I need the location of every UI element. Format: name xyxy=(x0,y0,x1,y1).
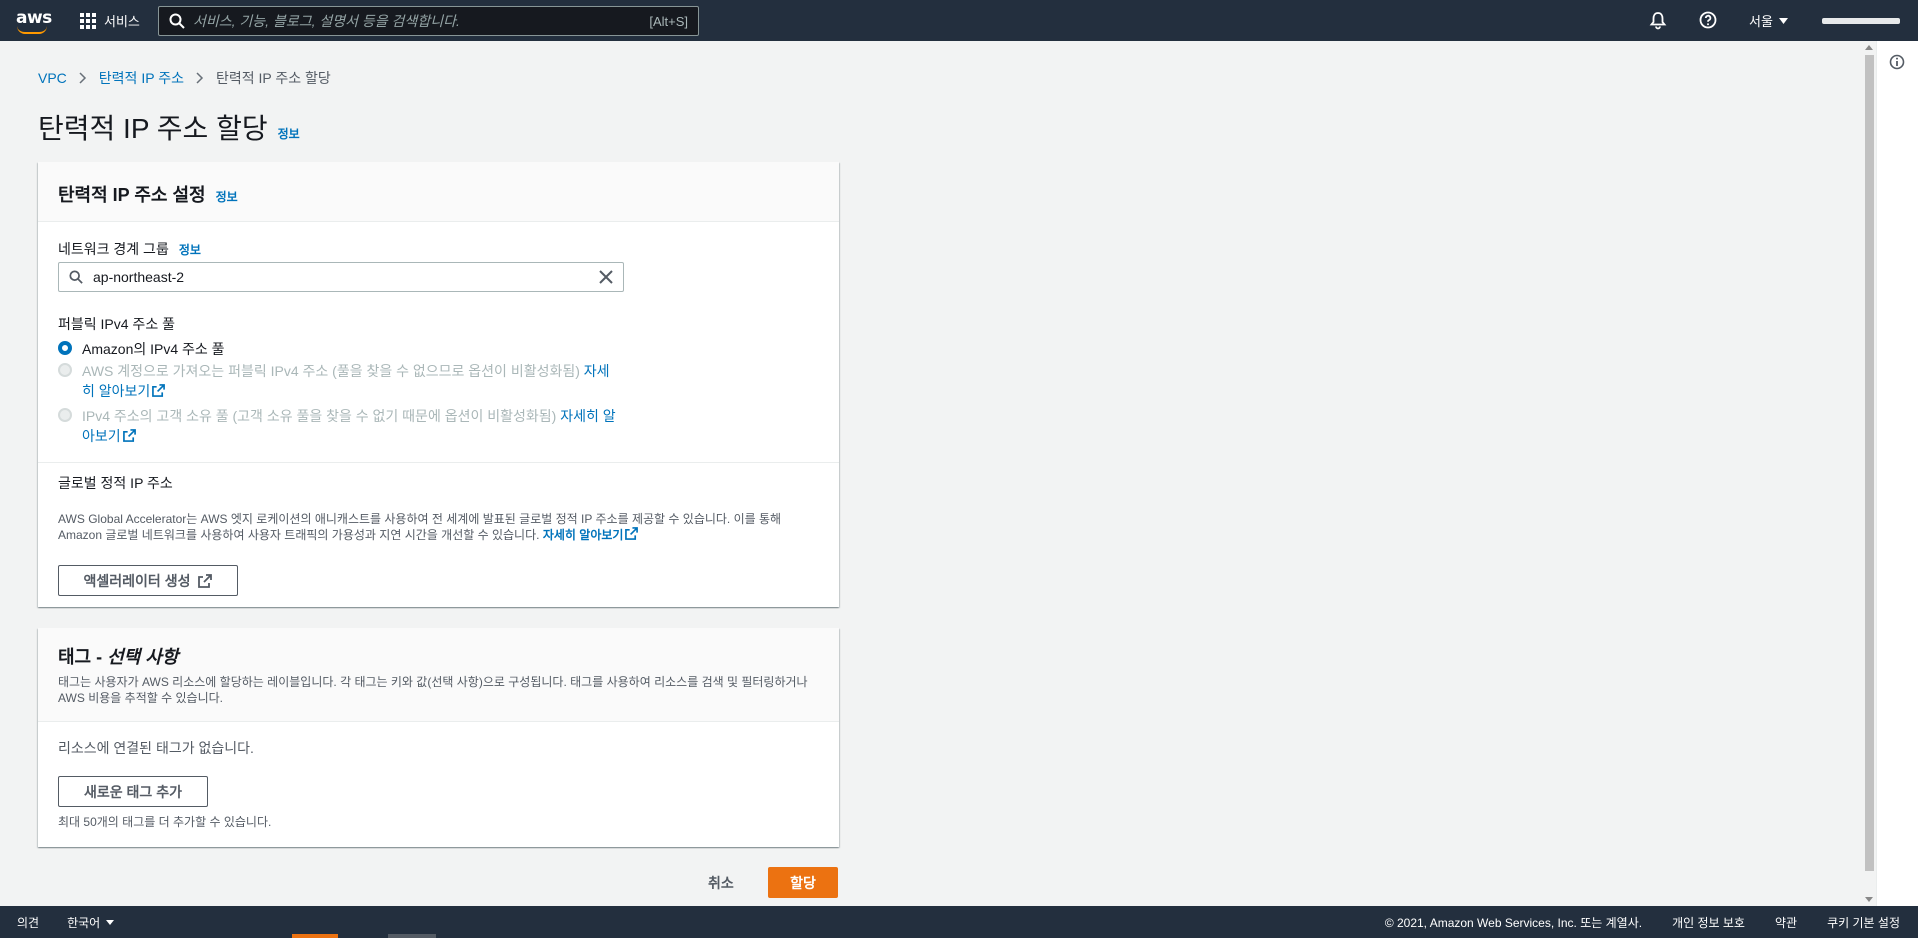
services-label: 서비스 xyxy=(104,14,140,29)
nbg-label-text: 네트워크 경계 그룹 xyxy=(58,241,169,257)
account-menu[interactable] xyxy=(1822,0,1900,41)
close-icon[interactable] xyxy=(599,270,613,284)
scroll-thumb[interactable] xyxy=(1865,55,1874,871)
page-scrollbar[interactable] xyxy=(1862,41,1876,906)
nbg-field-label: 네트워크 경계 그룹 정보 xyxy=(58,239,201,259)
pool-option-customer-owned: IPv4 주소의 고객 소유 풀 (고객 소유 풀을 찾을 수 없기 때문에 옵… xyxy=(58,406,622,446)
caret-down-icon xyxy=(1778,17,1788,24)
breadcrumb-elastic-ip[interactable]: 탄력적 IP 주소 xyxy=(99,68,184,88)
chevron-right-icon xyxy=(79,72,86,84)
page-title-text: 탄력적 IP 주소 할당 xyxy=(38,113,268,144)
pool-option-amazon[interactable]: Amazon의 IPv4 주소 풀 xyxy=(58,339,622,359)
tags-title-optional: 선택 사항 xyxy=(107,647,179,667)
settings-panel-title: 탄력적 IP 주소 설정 정보 xyxy=(58,181,819,207)
settings-title-text: 탄력적 IP 주소 설정 xyxy=(58,185,206,205)
privacy-link[interactable]: 개인 정보 보호 xyxy=(1672,914,1745,931)
external-link-icon xyxy=(198,573,213,588)
radio-button-disabled xyxy=(58,408,72,422)
top-navigation: aws 서비스 [Alt+S] 서울 xyxy=(0,0,1918,41)
language-label: 한국어 xyxy=(67,915,101,930)
page-info-link[interactable]: 정보 xyxy=(278,125,300,142)
pool-option-byoip: AWS 계정으로 가져오는 퍼블릭 IPv4 주소 (풀을 찾을 수 없으므로 … xyxy=(58,361,622,401)
global-static-ip-description: AWS Global Accelerator는 AWS 엣지 로케이션의 애니캐… xyxy=(58,511,818,543)
pool-option-coip-label: IPv4 주소의 고객 소유 풀 (고객 소유 풀을 찾을 수 없기 때문에 옵… xyxy=(82,406,622,446)
cookie-preferences-link[interactable]: 쿠키 기본 설정 xyxy=(1827,914,1900,931)
create-accelerator-label: 액셀러레이터 생성 xyxy=(83,572,191,589)
global-static-ip-label: 글로벌 정적 IP 주소 xyxy=(58,475,173,491)
account-name-redacted xyxy=(1822,17,1900,24)
ipv4-pool-label: 퍼블릭 IPv4 주소 풀 xyxy=(58,316,175,332)
info-circle-icon[interactable] xyxy=(1889,54,1905,70)
scroll-up-arrow[interactable] xyxy=(1865,45,1873,50)
tags-panel-title: 태그 - 선택 사항 xyxy=(58,643,819,669)
radio-button-disabled xyxy=(58,363,72,377)
search-shortcut-hint: [Alt+S] xyxy=(649,13,688,29)
feedback-link[interactable]: 의견 xyxy=(17,914,39,931)
coip-text: IPv4 주소의 고객 소유 풀 (고객 소유 풀을 찾을 수 없기 때문에 옵… xyxy=(82,408,557,424)
gsi-desc-text: AWS Global Accelerator는 AWS 엣지 로케이션의 애니캐… xyxy=(58,512,782,542)
region-selector[interactable]: 서울 xyxy=(1749,0,1788,41)
search-icon xyxy=(69,270,83,284)
create-accelerator-button[interactable]: 액셀러레이터 생성 xyxy=(58,565,238,596)
add-new-tag-button[interactable]: 새로운 태그 추가 xyxy=(58,776,208,807)
byoip-text: AWS 계정으로 가져오는 퍼블릭 IPv4 주소 (풀을 찾을 수 없으므로 … xyxy=(82,363,580,379)
tags-panel: 태그 - 선택 사항 태그는 사용자가 AWS 리소스에 할당하는 레이블입니다… xyxy=(38,628,839,847)
grid-icon xyxy=(80,12,96,29)
caret-down-icon xyxy=(106,919,115,925)
language-selector[interactable]: 한국어 xyxy=(67,914,115,931)
tags-description: 태그는 사용자가 AWS 리소스에 할당하는 레이블입니다. 각 태그는 키와 … xyxy=(58,675,808,705)
aws-logo-text: aws xyxy=(16,8,52,28)
network-border-group-input[interactable] xyxy=(93,269,599,285)
settings-panel-header: 탄력적 IP 주소 설정 정보 xyxy=(38,162,839,222)
tag-limit-hint: 최대 50개의 태그를 더 추가할 수 있습니다. xyxy=(58,815,272,829)
network-border-group-field[interactable] xyxy=(58,262,624,292)
tools-panel-strip xyxy=(1876,41,1918,906)
region-label: 서울 xyxy=(1749,14,1773,29)
nbg-info-link[interactable]: 정보 xyxy=(179,241,201,258)
question-circle-icon[interactable] xyxy=(1698,10,1718,30)
terms-link[interactable]: 약관 xyxy=(1775,914,1797,931)
tags-panel-header: 태그 - 선택 사항 태그는 사용자가 AWS 리소스에 할당하는 레이블입니다… xyxy=(38,628,839,722)
breadcrumb: VPC 탄력적 IP 주소 탄력적 IP 주소 할당 xyxy=(38,68,331,88)
external-link-icon xyxy=(152,384,166,397)
radio-button-selected[interactable] xyxy=(58,341,72,355)
global-search[interactable]: [Alt+S] xyxy=(158,6,699,36)
tags-title-prefix: 태그 - xyxy=(58,647,108,667)
breadcrumb-current: 탄력적 IP 주소 할당 xyxy=(215,70,331,86)
external-link-icon xyxy=(625,527,639,540)
taskbar-indicator xyxy=(388,934,436,938)
taskbar-indicator xyxy=(292,934,338,938)
gsi-learn-more-text: 자세히 알아보기 xyxy=(542,528,624,542)
copyright-text: © 2021, Amazon Web Services, Inc. 또는 계열사… xyxy=(1384,915,1643,930)
services-menu-button[interactable]: 서비스 xyxy=(80,0,140,41)
elastic-ip-settings-panel: 탄력적 IP 주소 설정 정보 네트워크 경계 그룹 정보 퍼블릭 IPv4 주… xyxy=(38,162,839,607)
search-input[interactable] xyxy=(193,13,650,29)
pool-option-byoip-label: AWS 계정으로 가져오는 퍼블릭 IPv4 주소 (풀을 찾을 수 없으므로 … xyxy=(82,361,622,401)
settings-info-link[interactable]: 정보 xyxy=(216,188,238,205)
footer: 의견 한국어 © 2021, Amazon Web Services, Inc.… xyxy=(0,906,1918,938)
cancel-button[interactable]: 취소 xyxy=(708,873,734,893)
breadcrumb-vpc[interactable]: VPC xyxy=(38,70,67,86)
section-divider xyxy=(38,462,839,463)
pool-option-amazon-label: Amazon의 IPv4 주소 풀 xyxy=(82,341,225,357)
aws-logo[interactable]: aws xyxy=(16,8,52,34)
allocate-button[interactable]: 할당 xyxy=(768,867,838,898)
no-tags-message: 리소스에 연결된 태그가 없습니다. xyxy=(58,740,254,756)
scroll-down-arrow[interactable] xyxy=(1865,897,1873,902)
gsi-learn-more-link[interactable]: 자세히 알아보기 xyxy=(542,527,639,542)
aws-smile-icon xyxy=(17,26,47,34)
page-title: 탄력적 IP 주소 할당 정보 xyxy=(38,107,300,147)
bell-icon[interactable] xyxy=(1648,10,1668,30)
search-icon xyxy=(169,13,185,29)
chevron-right-icon xyxy=(196,72,204,84)
external-link-icon xyxy=(122,429,136,442)
